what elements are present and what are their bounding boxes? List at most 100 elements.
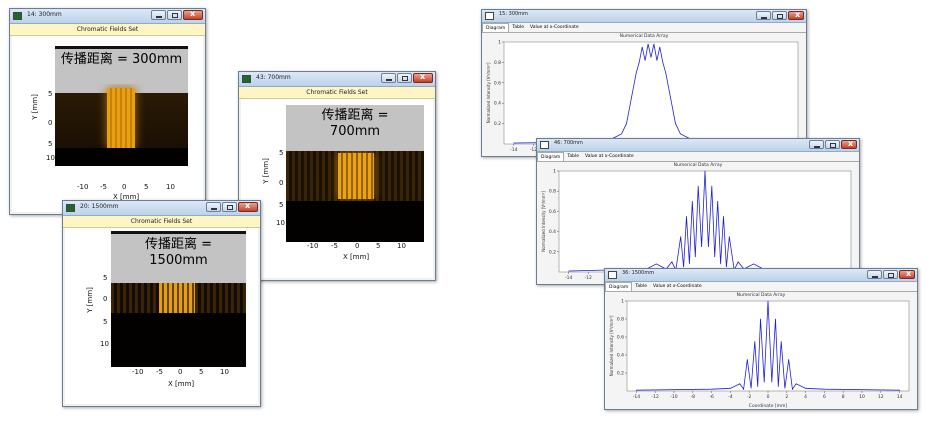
x-tick-label: -4 [728,394,733,400]
tab-table[interactable]: Table [632,282,650,291]
data-point [697,185,699,187]
maximize-button[interactable] [825,140,840,149]
plot-area[interactable]: 传播距离 = 300mm Y [mm] 5 0 5 10 -10 -5 0 5 … [12,36,203,212]
x-tick-label: -12 [585,275,592,281]
data-point [689,263,690,265]
minimize-button[interactable] [756,11,771,20]
title-bar[interactable]: 36: 1500mm [605,269,917,282]
data-point [626,123,627,124]
x-tick-label: 0 [767,394,770,400]
data-point [711,388,712,390]
data-point [717,200,719,202]
maximize-button[interactable] [167,10,182,20]
intensity-chart[interactable]: 0.20.40.60.81-14-12-10-8-6-4-20246810121… [537,169,859,284]
close-button[interactable] [899,269,915,279]
title-bar[interactable]: 15: 300mm [482,10,806,23]
data-point [788,359,790,360]
tab-diagram[interactable]: Diagram [537,152,565,161]
data-point [655,263,657,265]
plot-frame [558,170,852,273]
app-icon [608,271,617,279]
tab-table[interactable]: Table [564,152,582,161]
data-point [754,341,756,342]
y-tick: 0 [48,119,53,127]
tab-table[interactable]: Table [509,23,527,32]
title-bar[interactable]: 43: 700mm [239,72,435,87]
plot-area[interactable]: 传播距离 = 700mm Y [mm] 5 0 5 10 -10 -5 0 5 1… [241,99,433,278]
close-button[interactable] [841,139,857,149]
title-bar[interactable]: 20: 1500mm [63,201,260,216]
y-tick: 0 [279,179,284,187]
minimize-button[interactable] [381,73,396,83]
data-point [694,256,696,258]
numerical-data-window-2[interactable]: 46: 700mm Diagram Table Value at x-Coord… [536,138,860,285]
field-window-700mm[interactable]: 43: 700mm Chromatic Fields Set 传播距离 =700… [238,71,436,281]
x-tick: -5 [100,183,107,191]
x-tick-label: -14 [633,394,640,400]
numerical-data-window-3[interactable]: 36: 1500mm Diagram Table Value at x-Coor… [604,268,918,410]
minimize-button[interactable] [151,10,166,20]
plot-area[interactable]: 传播距离 = 1500mm Y [mm] 5 0 5 10 -10 -5 0 5 … [65,228,258,404]
data-point [659,46,661,48]
close-button[interactable] [788,10,804,20]
y-tick-label: 0.8 [617,317,624,323]
data-point [680,236,682,237]
data-point [635,72,637,73]
maximize-button[interactable] [397,73,412,83]
minimize-button[interactable] [867,270,882,279]
tab-value-at-x[interactable]: Value at x-Coordinate [650,282,705,291]
tab-bar: Diagram Table Value at x-Coordinate [605,282,917,292]
y-tick-label: 0.6 [549,209,556,215]
field-window-1500mm[interactable]: 20: 1500mm Chromatic Fields Set 传播距离 =15… [62,200,261,407]
y-axis-label: Normalized Intensity [V²/mm²] [486,62,491,123]
app-icon [242,75,251,83]
minimize-button[interactable] [809,140,824,149]
y-axis-label: Y [mm] [261,158,270,184]
maximize-button[interactable] [222,202,237,212]
x-tick-label: 14 [897,394,903,400]
y-tick-label: 0.4 [494,101,501,107]
data-point [767,300,769,302]
intensity-chart[interactable]: 0.20.40.60.81-14-12-10-8-6-4-20246810121… [605,299,917,409]
x-tick: 5 [199,368,204,376]
window-title: 36: 1500mm [622,270,655,276]
y-tick: 5 [103,318,108,326]
close-button[interactable] [183,9,203,20]
tab-diagram[interactable]: Diagram [605,282,633,291]
numerical-data-window-1[interactable]: 15: 300mm Diagram Table Value at x-Coord… [481,9,807,157]
x-tick-label: 6 [823,394,826,400]
data-point [775,318,776,320]
tab-value-at-x[interactable]: Value at x-Coordinate [527,23,582,32]
x-tick: 10 [220,368,229,376]
window-title: 15: 300mm [499,11,528,17]
data-point [805,387,806,389]
y-tick-label: 0.2 [494,121,501,127]
y-tick-label: 0.6 [494,80,501,86]
data-point [670,97,671,99]
data-point [653,43,655,45]
y-tick-label: 0.4 [549,229,556,235]
y-tick-label: 0.4 [617,353,624,359]
x-tick-label: -6 [709,394,714,400]
title-bar[interactable]: 46: 700mm [537,139,859,152]
tab-diagram[interactable]: Diagram [482,23,510,32]
data-point [708,246,709,248]
minimize-button[interactable] [206,202,221,212]
maximize-button[interactable] [883,270,898,279]
maximize-button[interactable] [772,11,787,20]
x-tick-label: -2 [747,394,752,400]
data-point [753,263,755,265]
data-point [568,270,570,272]
x-axis-label: X [mm] [343,253,370,261]
field-window-300mm[interactable]: 14: 300mm Chromatic Fields Set 传播距离 = 30… [9,8,206,215]
close-button[interactable] [413,72,433,83]
y-tick-label: 0.6 [617,335,624,341]
x-tick: 0 [355,242,360,250]
data-point [686,216,687,217]
data-point [723,216,724,217]
y-tick-label: 0.8 [494,60,501,66]
data-point [711,185,713,187]
close-button[interactable] [238,201,258,212]
tab-value-at-x[interactable]: Value at x-Coordinate [582,152,637,161]
title-bar[interactable]: 14: 300mm [10,9,205,24]
